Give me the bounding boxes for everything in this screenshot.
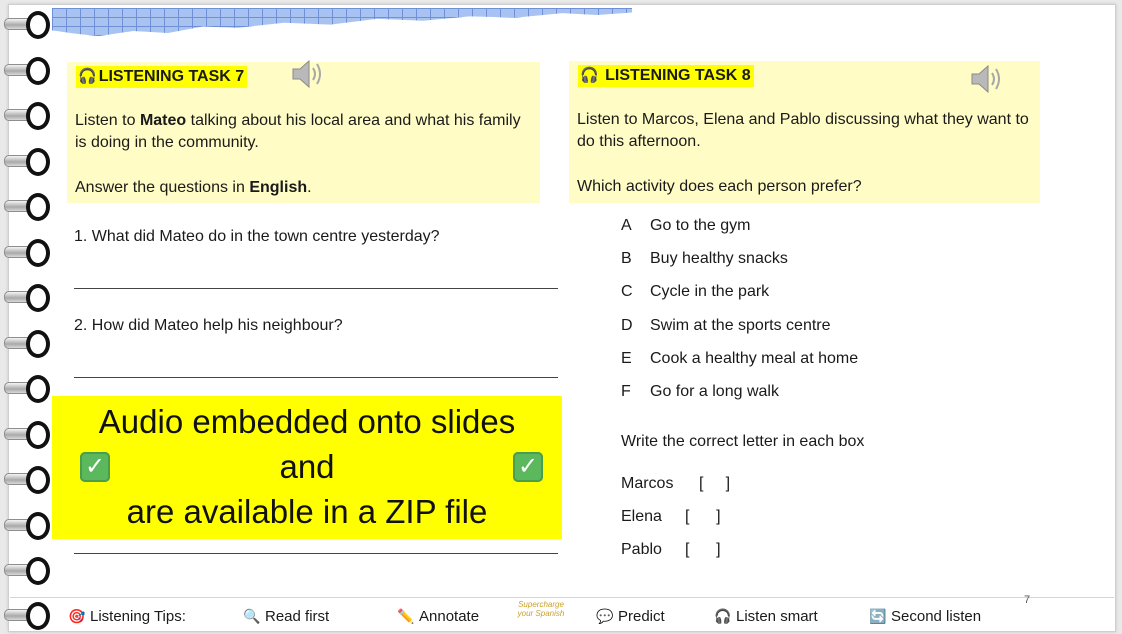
- headphones-icon: 🎧: [580, 67, 599, 84]
- spiral-ring: [4, 10, 50, 39]
- answer-box[interactable]: [ ]: [699, 475, 730, 492]
- task7-title: 🎧 LISTENING TASK 7: [76, 66, 248, 88]
- option-letter: D: [621, 317, 633, 334]
- option-letter: B: [621, 250, 632, 267]
- option-a: A Go to the gym: [621, 215, 751, 237]
- spiral-ring: [4, 374, 50, 403]
- ring-hole: [26, 284, 50, 312]
- spiral-binding: [0, 0, 60, 634]
- page-number: 7: [1024, 594, 1031, 606]
- task7-instruction: Listen to Mateo talking about his local …: [75, 112, 521, 151]
- tip-annotate: ✏️ Annotate: [397, 608, 480, 625]
- task8-instruction: Listen to Marcos, Elena and Pablo discus…: [577, 111, 1029, 150]
- ring-hole: [26, 557, 50, 585]
- audio-notice-banner: Audio embedded onto slides and are avail…: [52, 396, 562, 539]
- answer-line[interactable]: [74, 553, 558, 554]
- person-name: Pablo: [621, 541, 662, 558]
- option-d: D Swim at the sports centre: [621, 315, 831, 337]
- option-f: F Go for a long walk: [621, 381, 779, 403]
- option-text: Cook a healthy meal at home: [650, 350, 859, 367]
- repeat-icon: 🔄: [869, 608, 887, 624]
- answer-box[interactable]: [ ]: [685, 508, 721, 525]
- option-text: Go for a long walk: [650, 383, 779, 400]
- banner-line-2: and: [279, 448, 335, 485]
- answer-line[interactable]: [74, 288, 558, 289]
- option-b: B Buy healthy snacks: [621, 248, 788, 270]
- spiral-ring: [4, 601, 50, 630]
- tip-listening-tips: 🎯 Listening Tips:: [68, 608, 186, 625]
- white-check-mark-icon: ✓: [80, 452, 110, 482]
- task7-answer-instruction: Answer the questions in English.: [75, 179, 312, 196]
- ring-hole: [26, 466, 50, 494]
- spiral-ring: [4, 511, 50, 540]
- ring-hole: [26, 102, 50, 130]
- banner-line-1: Audio embedded onto slides: [98, 403, 516, 440]
- ring-hole: [26, 330, 50, 358]
- answer-row: Elena [ ]: [621, 506, 721, 528]
- spiral-ring: [4, 420, 50, 449]
- spiral-ring: [4, 329, 50, 358]
- answer-row: Pablo [ ]: [621, 539, 721, 561]
- task8-question: Which activity does each person prefer?: [577, 178, 862, 195]
- tip-second-listen: 🔄 Second listen: [869, 608, 982, 625]
- person-name: Elena: [621, 508, 662, 525]
- spiral-ring: [4, 283, 50, 312]
- spiral-ring: [4, 465, 50, 494]
- pencil-icon: ✏️: [397, 608, 415, 624]
- ring-hole: [26, 11, 50, 39]
- ring-hole: [26, 239, 50, 267]
- option-text: Swim at the sports centre: [650, 317, 831, 334]
- supercharge-logo: Supercharge your Spanish: [517, 600, 565, 618]
- option-letter: F: [621, 383, 631, 400]
- option-text: Go to the gym: [650, 217, 751, 234]
- tip-listen-smart: 🎧 Listen smart: [714, 608, 818, 625]
- option-e: E Cook a healthy meal at home: [621, 348, 858, 370]
- magnifier-icon: 🔍: [243, 608, 261, 624]
- speech-bubble-icon: 💬: [596, 608, 614, 624]
- option-letter: A: [621, 217, 632, 234]
- ring-hole: [26, 57, 50, 85]
- task7-question-1: 1. What did Mateo do in the town centre …: [74, 228, 440, 245]
- spiral-ring: [4, 147, 50, 176]
- headphones-icon: 🎧: [714, 608, 732, 624]
- option-text: Cycle in the park: [650, 283, 770, 300]
- banner-line-3: are available in a ZIP file: [126, 493, 488, 530]
- headphones-icon: 🎧: [78, 68, 97, 85]
- ring-hole: [26, 421, 50, 449]
- answer-row: Marcos [ ]: [621, 473, 730, 495]
- task8-title: 🎧 LISTENING TASK 8: [578, 65, 754, 87]
- ring-hole: [26, 512, 50, 540]
- white-check-mark-icon: ✓: [513, 452, 543, 482]
- spiral-ring: [4, 192, 50, 221]
- option-c: C Cycle in the park: [621, 281, 769, 303]
- option-text: Buy healthy snacks: [650, 250, 788, 267]
- answer-box[interactable]: [ ]: [685, 541, 721, 558]
- option-letter: C: [621, 283, 633, 300]
- task7-question-2: 2. How did Mateo help his neighbour?: [74, 317, 343, 334]
- target-icon: 🎯: [68, 608, 86, 624]
- spiral-ring: [4, 101, 50, 130]
- task8-write-instruction: Write the correct letter in each box: [621, 433, 865, 450]
- tip-read-first: 🔍 Read first: [243, 608, 330, 625]
- spiral-ring: [4, 56, 50, 85]
- option-letter: E: [621, 350, 632, 367]
- person-name: Marcos: [621, 475, 674, 492]
- spiral-ring: [4, 556, 50, 585]
- ring-hole: [26, 148, 50, 176]
- spiral-ring: [4, 238, 50, 267]
- ring-hole: [26, 375, 50, 403]
- footer-divider: [10, 597, 1114, 598]
- ring-hole: [26, 602, 50, 630]
- tip-predict: 💬 Predict: [596, 608, 665, 625]
- speaker-icon[interactable]: [970, 63, 1006, 95]
- answer-line[interactable]: [74, 377, 558, 378]
- ring-hole: [26, 193, 50, 221]
- speaker-icon[interactable]: [291, 58, 327, 90]
